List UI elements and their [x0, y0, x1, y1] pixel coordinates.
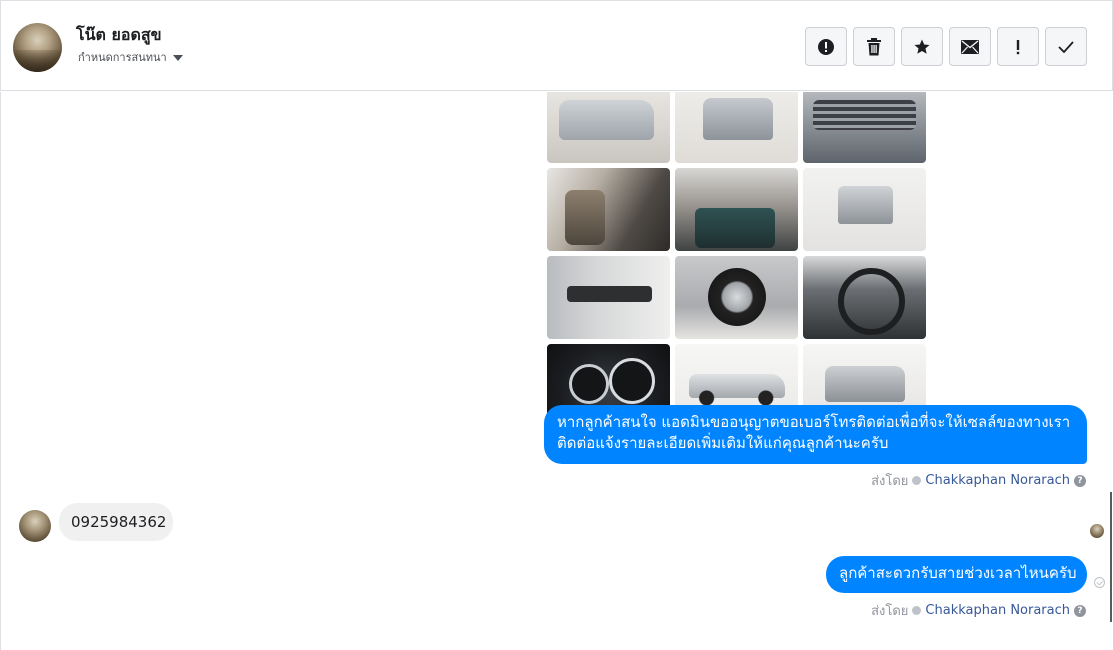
sender-name-link[interactable]: Chakkaphan Norarach: [925, 473, 1070, 488]
photo-attachment[interactable]: [675, 168, 798, 251]
exclamation-icon: [1016, 39, 1020, 54]
photo-attachment[interactable]: [547, 92, 670, 163]
conversation-header: โน๊ต ยอดสูข กำหนดการสนทนา: [0, 0, 1113, 91]
outgoing-message[interactable]: ลูกค้าสะดวกรับสายช่วงเวลาไหนครับ: [826, 556, 1087, 593]
conversation-settings-label: กำหนดการสนทนา: [78, 51, 167, 64]
check-icon: [1058, 40, 1074, 53]
photo-attachment[interactable]: [803, 168, 926, 251]
sent-by-row: ส่งโดย Chakkaphan Norarach ?: [871, 470, 1086, 491]
sender-name-link[interactable]: Chakkaphan Norarach: [925, 603, 1070, 618]
photo-attachment[interactable]: [675, 256, 798, 339]
star-button[interactable]: [901, 27, 943, 66]
photo-attachment[interactable]: [803, 92, 926, 163]
seen-avatar: [1090, 524, 1104, 538]
help-icon[interactable]: ?: [1074, 474, 1086, 487]
incoming-message[interactable]: 0925984362: [59, 503, 173, 541]
contact-avatar[interactable]: [13, 23, 62, 72]
sent-check-icon: [1094, 577, 1105, 588]
outgoing-message[interactable]: หากลูกค้าสนใจ แอดมินขออนุญาตขอเบอร์โทรติ…: [544, 405, 1087, 464]
message-thread: หากลูกค้าสนใจ แอดมินขออนุญาตขอเบอร์โทรติ…: [0, 92, 1113, 650]
mark-unread-button[interactable]: [949, 27, 991, 66]
verified-icon: [912, 606, 922, 615]
report-spam-button[interactable]: [805, 27, 847, 66]
help-icon[interactable]: ?: [1074, 604, 1086, 617]
sent-by-label: ส่งโดย: [871, 474, 909, 489]
photo-attachment[interactable]: [547, 256, 670, 339]
photo-attachment[interactable]: [803, 256, 926, 339]
photo-attachment[interactable]: [675, 92, 798, 163]
photo-attachment[interactable]: [547, 168, 670, 251]
trash-icon: [867, 37, 881, 55]
photo-grid: [547, 92, 927, 427]
caret-down-icon: [172, 54, 183, 61]
sent-by-label: ส่งโดย: [871, 604, 909, 619]
delete-button[interactable]: [853, 27, 895, 66]
scrollbar[interactable]: [1110, 492, 1112, 622]
star-icon: [914, 39, 930, 54]
mark-done-button[interactable]: [1045, 27, 1087, 66]
mark-important-button[interactable]: [997, 27, 1039, 66]
alert-circle-icon: [818, 38, 834, 55]
verified-icon: [912, 476, 922, 485]
sender-avatar[interactable]: [19, 510, 51, 542]
toolbar: [805, 27, 1087, 66]
contact-name[interactable]: โน๊ต ยอดสูข: [76, 23, 162, 48]
envelope-icon: [961, 39, 979, 54]
conversation-settings-dropdown[interactable]: กำหนดการสนทนา: [78, 48, 183, 66]
sent-by-row: ส่งโดย Chakkaphan Norarach ?: [871, 600, 1086, 621]
